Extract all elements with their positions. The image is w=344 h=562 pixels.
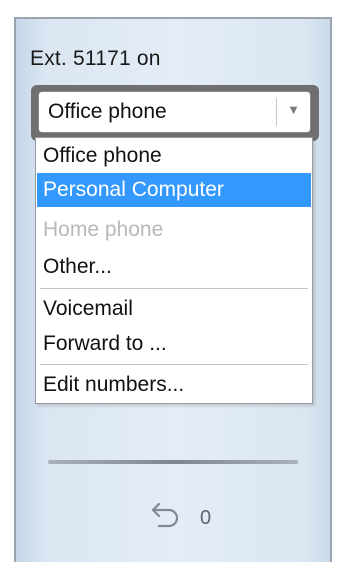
device-select-value: Office phone bbox=[48, 100, 167, 123]
menu-item-office-phone[interactable]: Office phone bbox=[37, 139, 311, 173]
app-frame: Ext. 51171 on Office phone ▼ Office phon… bbox=[0, 0, 344, 562]
menu-item-forward-to[interactable]: Forward to ... bbox=[37, 327, 311, 361]
device-select[interactable]: Office phone ▼ bbox=[38, 91, 311, 133]
menu-item-voicemail[interactable]: Voicemail bbox=[37, 292, 311, 326]
chevron-down-icon[interactable]: ▼ bbox=[287, 102, 300, 117]
section-separator bbox=[48, 460, 298, 464]
menu-divider bbox=[40, 288, 308, 289]
menu-item-edit-numbers[interactable]: Edit numbers... bbox=[37, 368, 311, 402]
device-dropdown-menu: Office phone Personal Computer Home phon… bbox=[35, 137, 313, 404]
menu-item-other[interactable]: Other... bbox=[37, 250, 311, 284]
menu-item-home-phone: Home phone bbox=[43, 218, 164, 241]
device-select-divider bbox=[276, 98, 277, 126]
redial-count: 0 bbox=[200, 507, 212, 529]
extension-status-label: Ext. 51171 on bbox=[30, 47, 161, 70]
menu-item-personal-computer[interactable]: Personal Computer bbox=[37, 173, 311, 207]
menu-divider bbox=[40, 364, 308, 365]
undo-arrow-icon[interactable] bbox=[150, 498, 182, 530]
